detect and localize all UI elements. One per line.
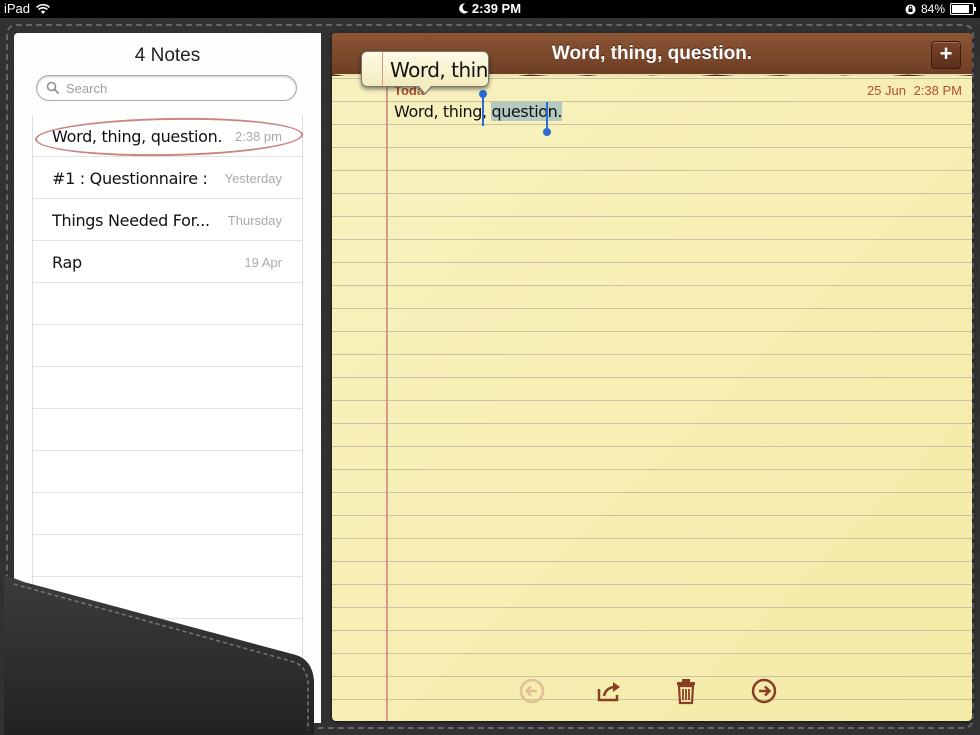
note-date: Thursday xyxy=(227,212,282,228)
add-note-button[interactable]: + xyxy=(931,41,961,69)
forward-arrow-icon[interactable] xyxy=(750,677,778,705)
note-date: 2:38 pm xyxy=(235,128,282,144)
moon-icon xyxy=(459,3,469,14)
loupe-pointer-fill xyxy=(418,85,432,93)
note-pad: Word, thing, question. + Toda 25 Jun 2:3… xyxy=(332,33,972,721)
note-date: Yesterday xyxy=(224,170,282,186)
note-date: 19 Apr xyxy=(244,254,282,270)
battery-icon xyxy=(950,3,976,15)
note-title: Word, thing, question. xyxy=(52,126,223,146)
note-body-prefix: Word, thing, xyxy=(394,102,492,121)
battery-fill xyxy=(952,5,969,13)
note-title: #1 : Questionnaire : xyxy=(52,168,208,188)
note-row[interactable]: Word, thing, question. 2:38 pm xyxy=(33,115,302,157)
note-row[interactable]: Rap 19 Apr xyxy=(33,241,302,283)
margin-line xyxy=(386,75,388,721)
selection-end-handle[interactable] xyxy=(543,128,551,136)
text-magnifier-loupe: Word, thing xyxy=(361,51,489,87)
selection-end-bar xyxy=(546,102,548,129)
note-row[interactable]: #1 : Questionnaire : Yesterday xyxy=(33,157,302,199)
note-toolbar xyxy=(332,677,972,707)
note-time-label: 2:38 PM xyxy=(913,83,962,98)
clock: 2:39 PM xyxy=(471,1,522,16)
status-bar: iPad 2:39 PM 84% xyxy=(0,0,980,18)
selected-text[interactable]: question. xyxy=(491,102,562,121)
selection-start-bar xyxy=(482,96,484,126)
note-date-label: 25 Jun xyxy=(866,83,906,98)
battery-percent: 84% xyxy=(920,2,945,16)
search-bar[interactable] xyxy=(36,75,297,101)
note-title: Rap xyxy=(52,252,82,272)
search-icon xyxy=(46,81,60,95)
note-title: Things Needed For... xyxy=(52,210,210,230)
note-body-text[interactable]: Word, thing, question. xyxy=(394,102,562,121)
note-row[interactable]: Things Needed For... Thursday xyxy=(33,199,302,241)
notes-count-title: 4 Notes xyxy=(134,45,201,66)
back-arrow-icon[interactable] xyxy=(518,677,546,705)
orientation-lock-icon xyxy=(905,4,916,14)
search-input[interactable] xyxy=(64,79,288,97)
share-icon[interactable] xyxy=(595,677,623,705)
trash-icon[interactable] xyxy=(672,677,700,705)
leather-pocket xyxy=(4,575,314,735)
